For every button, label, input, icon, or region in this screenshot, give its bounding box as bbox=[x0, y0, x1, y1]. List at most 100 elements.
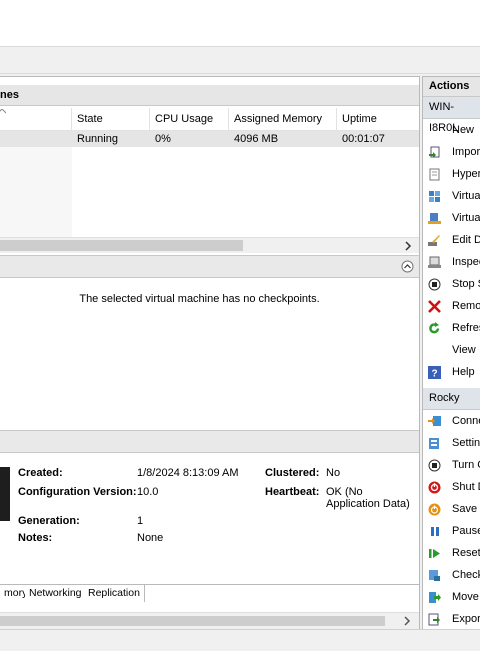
vm-action-2[interactable]: Turn C bbox=[423, 454, 480, 476]
host-action-7[interactable]: Stop S bbox=[423, 273, 480, 295]
vm-action-8[interactable]: Move bbox=[423, 586, 480, 608]
created-label: Created: bbox=[18, 467, 63, 479]
col-assigned-memory[interactable]: Assigned Memory bbox=[229, 108, 337, 130]
checkpoints-header bbox=[0, 255, 419, 278]
shutdown-icon bbox=[428, 480, 441, 494]
vm-action-label: Save bbox=[452, 503, 478, 515]
col-uptime[interactable]: Uptime bbox=[337, 108, 419, 130]
vm-action-label: Shut D bbox=[452, 481, 480, 493]
vm-list-scrollbar[interactable] bbox=[0, 237, 419, 253]
vm-action-5[interactable]: Pause bbox=[423, 520, 480, 542]
tab-networking[interactable]: Networking bbox=[25, 585, 87, 602]
host-action-label: Virtua bbox=[452, 190, 480, 202]
checkpoints-message: The selected virtual machine has no chec… bbox=[79, 293, 320, 305]
settings-page-icon bbox=[428, 167, 441, 181]
vm-action-9[interactable]: Expor bbox=[423, 608, 480, 629]
checkpoint-icon bbox=[428, 568, 441, 581]
vm-action-0[interactable]: Conne bbox=[423, 410, 480, 432]
table-row[interactable]: Running 0% 4096 MB 00:01:07 bbox=[0, 131, 419, 147]
pause-icon bbox=[428, 524, 441, 537]
vm-actions-list: Conne Settin Turn C Shut D Save Pause Reset Che… bbox=[423, 410, 480, 629]
collapse-icon[interactable] bbox=[401, 260, 414, 273]
vm-action-label: Turn C bbox=[452, 459, 480, 471]
vm-memory: 4096 MB bbox=[234, 133, 279, 145]
host-action-6[interactable]: Inspec bbox=[423, 251, 480, 273]
notes-value: None bbox=[137, 532, 164, 544]
vm-action-label: Reset bbox=[452, 547, 480, 559]
vm-action-7[interactable]: Check bbox=[423, 564, 480, 586]
col-cpu-usage[interactable]: CPU Usage bbox=[150, 108, 229, 130]
host-group-header[interactable]: WIN-I8R0L bbox=[423, 97, 480, 134]
host-action-label: Virtua bbox=[452, 212, 480, 224]
vm-thumbnail[interactable] bbox=[0, 467, 10, 521]
tab-replication[interactable]: Replication bbox=[84, 585, 145, 602]
edit-disk-icon bbox=[428, 233, 441, 246]
host-action-5[interactable]: Edit D bbox=[423, 229, 480, 251]
export-icon bbox=[428, 612, 441, 626]
notes-label: Notes: bbox=[18, 532, 53, 544]
help-icon: ? bbox=[428, 365, 441, 380]
menu-area bbox=[0, 0, 480, 47]
vm-action-label: Pause bbox=[452, 525, 480, 537]
scrollbar-thumb[interactable] bbox=[0, 240, 243, 251]
config-version-label: Configuration Version: bbox=[18, 486, 137, 498]
generation-value: 1 bbox=[137, 515, 144, 527]
move-icon bbox=[428, 590, 441, 603]
host-action-11[interactable]: ? Help bbox=[423, 361, 480, 383]
svg-text:?: ? bbox=[431, 369, 437, 380]
col-name[interactable] bbox=[0, 108, 72, 130]
scroll-right-icon[interactable] bbox=[404, 241, 412, 251]
host-action-2[interactable]: Hyper bbox=[423, 163, 480, 185]
status-bar bbox=[0, 629, 480, 651]
vm-state: Running bbox=[77, 133, 118, 145]
virtual-machines-header: nes bbox=[0, 85, 419, 106]
vm-action-label: Expor bbox=[452, 613, 480, 625]
host-action-3[interactable]: Virtua bbox=[423, 185, 480, 207]
heartbeat-value: OK (No bbox=[326, 486, 363, 498]
settings-icon bbox=[428, 436, 441, 449]
heartbeat-label: Heartbeat: bbox=[265, 486, 320, 498]
host-action-0[interactable]: New bbox=[423, 119, 480, 141]
host-action-label: Help bbox=[452, 366, 475, 378]
vm-action-label: Conne bbox=[452, 415, 480, 427]
host-action-label: Remo bbox=[452, 300, 480, 312]
vm-action-6[interactable]: Reset bbox=[423, 542, 480, 564]
connect-icon bbox=[428, 414, 441, 427]
name-column-fill bbox=[0, 147, 72, 237]
host-action-8[interactable]: Remo bbox=[423, 295, 480, 317]
vm-uptime: 00:01:07 bbox=[342, 133, 385, 145]
config-version-value: 10.0 bbox=[137, 486, 159, 498]
host-action-label: Hyper bbox=[452, 168, 480, 180]
vm-action-4[interactable]: Save bbox=[423, 498, 480, 520]
toolbar bbox=[0, 47, 480, 74]
vm-group-header[interactable]: Rocky bbox=[423, 388, 480, 410]
vm-action-label: Settin bbox=[452, 437, 480, 449]
host-action-9[interactable]: Refres bbox=[423, 317, 480, 339]
col-state[interactable]: State bbox=[72, 108, 150, 130]
host-action-1[interactable]: Impor bbox=[423, 141, 480, 163]
san-manager-icon bbox=[428, 211, 441, 224]
turn-off-icon bbox=[428, 458, 441, 472]
details-scrollbar[interactable] bbox=[0, 612, 419, 629]
vm-action-1[interactable]: Settin bbox=[423, 432, 480, 454]
actions-pane: Actions WIN-I8R0L New Impor Hyper Virtua Vir… bbox=[422, 76, 480, 630]
remove-icon bbox=[428, 299, 441, 313]
heartbeat-value-cont: Application Data) bbox=[326, 498, 410, 510]
details-scroll-right-icon[interactable] bbox=[403, 616, 411, 626]
host-action-4[interactable]: Virtua bbox=[423, 207, 480, 229]
reset-icon bbox=[428, 546, 441, 559]
vm-action-label: Move bbox=[452, 591, 479, 603]
details-scrollbar-thumb[interactable] bbox=[0, 616, 385, 626]
stop-service-icon bbox=[428, 277, 441, 291]
details-header bbox=[0, 430, 419, 453]
vm-action-3[interactable]: Shut D bbox=[423, 476, 480, 498]
virtual-machines-title: nes bbox=[0, 89, 19, 101]
sort-arrow-icon bbox=[0, 109, 6, 114]
host-action-label: Impor bbox=[452, 146, 480, 158]
host-action-10[interactable]: View bbox=[423, 339, 480, 361]
host-action-label: Stop S bbox=[452, 278, 480, 290]
host-action-label: New bbox=[452, 124, 475, 136]
actions-title: Actions bbox=[423, 77, 480, 97]
vm-cpu: 0% bbox=[155, 133, 171, 145]
host-actions-list: New Impor Hyper Virtua Virtua Edit D Inspec Sto… bbox=[423, 119, 480, 383]
